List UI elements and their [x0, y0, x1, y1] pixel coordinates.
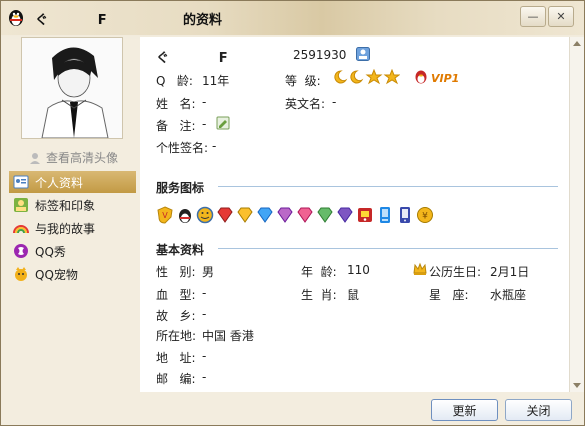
postcode-value: -	[202, 370, 207, 384]
blood-type-value: -	[202, 286, 207, 300]
sidebar-item-label: QQ秀	[35, 244, 66, 259]
smile-face-icon[interactable]	[196, 206, 214, 224]
window-title-suffix: 的资料	[183, 13, 223, 28]
moon-icon	[350, 70, 364, 84]
sidebar-item-stories[interactable]: 与我的故事	[9, 217, 136, 239]
constellation-label: 星 座:	[429, 288, 469, 302]
name-label: 姓 名:	[156, 97, 196, 111]
qq-penguin-icon[interactable]	[176, 206, 194, 224]
blood-type-label: 血 型:	[156, 288, 196, 302]
sidebar-nav: 个人资料 标签和印象 与我的故事 QQ秀 QQ宠物	[9, 171, 136, 286]
location-value: 中国 香港	[202, 329, 254, 343]
purple-diamond-icon[interactable]	[276, 206, 294, 224]
section-divider	[218, 186, 558, 187]
svg-text:V: V	[162, 211, 168, 220]
profile-card-icon	[13, 175, 29, 189]
hometown-value: -	[202, 307, 207, 321]
remark-value: -	[202, 117, 207, 131]
close-window-button[interactable]: ✕	[548, 6, 574, 27]
zodiac-value: 鼠	[347, 288, 360, 302]
location-label: 所在地:	[156, 329, 197, 343]
sidebar-item-qq-show[interactable]: QQ秀	[9, 240, 136, 262]
sidebar-item-label: QQ宠物	[35, 267, 78, 282]
view-hd-avatar-link[interactable]: 查看高清头像	[28, 149, 118, 166]
refresh-button[interactable]: 更新	[431, 399, 498, 421]
dialog-footer: 更新 关闭	[1, 392, 584, 425]
services-section-title: 服务图标	[156, 181, 205, 195]
age-label: 年 龄:	[301, 265, 337, 279]
title-bar[interactable]: ぐ F 的资料 — ✕	[1, 1, 584, 35]
sidebar-item-qq-pet[interactable]: QQ宠物	[9, 263, 136, 285]
green-diamond-icon[interactable]	[316, 206, 334, 224]
view-hd-avatar-label: 查看高清头像	[46, 151, 119, 165]
contact-card-icon[interactable]	[356, 47, 370, 61]
profile-content-panel[interactable]: ぐ F 2591930 Q 龄: 11年 等 级: VIP1 姓 名: - 英文…	[140, 37, 569, 392]
scroll-up-arrow[interactable]	[573, 41, 581, 46]
scroll-down-arrow[interactable]	[573, 383, 581, 388]
address-label: 地 址:	[156, 351, 196, 365]
level-icons[interactable]	[332, 69, 400, 85]
remark-label: 备 注:	[156, 119, 196, 133]
star-icon	[383, 69, 400, 85]
signature-value: -	[212, 139, 217, 153]
vip-penguin-icon	[415, 70, 427, 84]
qq-age-label: Q 龄:	[156, 74, 193, 88]
coin-icon[interactable]: ¥	[416, 206, 434, 224]
gender-value: 男	[202, 265, 215, 279]
postcode-label: 邮 编:	[156, 372, 196, 386]
phone-icon[interactable]	[376, 206, 394, 224]
pet-icon	[15, 267, 27, 281]
level-label: 等 级:	[285, 74, 321, 88]
violet-diamond-icon[interactable]	[336, 206, 354, 224]
yellow-diamond-icon[interactable]	[236, 206, 254, 224]
gender-label: 性 别:	[156, 265, 196, 279]
address-value: -	[202, 349, 207, 363]
sidebar-item-label: 与我的故事	[35, 221, 96, 236]
close-button[interactable]: 关闭	[505, 399, 572, 421]
basic-info-section-title: 基本资料	[156, 243, 205, 257]
vertical-scrollbar[interactable]	[569, 37, 584, 392]
avatar-image	[22, 38, 122, 139]
service-icons-row: V ¥	[156, 206, 434, 224]
section-divider	[218, 248, 558, 249]
constellation-value: 水瓶座	[490, 288, 527, 302]
qq-penguin-icon	[9, 10, 23, 26]
pink-diamond-icon[interactable]	[296, 206, 314, 224]
hometown-label: 故 乡:	[156, 309, 196, 323]
sidebar-item-label: 个人资料	[35, 175, 84, 190]
qq-show-icon	[14, 244, 28, 258]
zodiac-label: 生 肖:	[301, 288, 337, 302]
window-title-nickname: ぐ F	[35, 13, 107, 28]
birthday-label: 公历生日:	[429, 265, 482, 279]
star-icon	[365, 69, 383, 85]
qq-number: 2591930	[293, 48, 347, 62]
game-icon[interactable]	[356, 206, 374, 224]
tag-icon	[14, 198, 28, 212]
svg-text:¥: ¥	[422, 212, 428, 222]
profile-window: ぐ F 的资料 — ✕ 查看高清头像 个人资料 标签和印象 与我的故事 QQ秀 …	[0, 0, 585, 426]
age-value: 110	[347, 263, 370, 277]
english-name-label: 英文名:	[285, 97, 326, 111]
blue-diamond-icon[interactable]	[256, 206, 274, 224]
avatar[interactable]	[21, 37, 123, 139]
sidebar-item-tags[interactable]: 标签和印象	[9, 194, 136, 216]
crown-icon	[413, 262, 427, 275]
rainbow-icon	[13, 225, 29, 234]
sidebar-item-label: 标签和印象	[35, 198, 96, 213]
minimize-button[interactable]: —	[520, 6, 546, 27]
qq-age-value: 11年	[202, 74, 230, 88]
moon-icon	[334, 70, 348, 84]
english-name-value: -	[332, 95, 337, 109]
sidebar-item-personal-info[interactable]: 个人资料	[9, 171, 136, 193]
name-value: -	[202, 95, 207, 109]
birthday-value: 2月1日	[490, 265, 530, 279]
shield-icon[interactable]: V	[156, 206, 174, 224]
red-diamond-icon[interactable]	[216, 206, 234, 224]
vip-badge[interactable]: VIP1	[431, 72, 459, 85]
mobile-icon[interactable]	[396, 206, 414, 224]
avatar-user-icon	[30, 152, 40, 164]
edit-remark-icon[interactable]	[216, 116, 230, 130]
profile-nickname: ぐ F	[156, 51, 228, 66]
signature-label: 个性签名:	[156, 141, 209, 155]
